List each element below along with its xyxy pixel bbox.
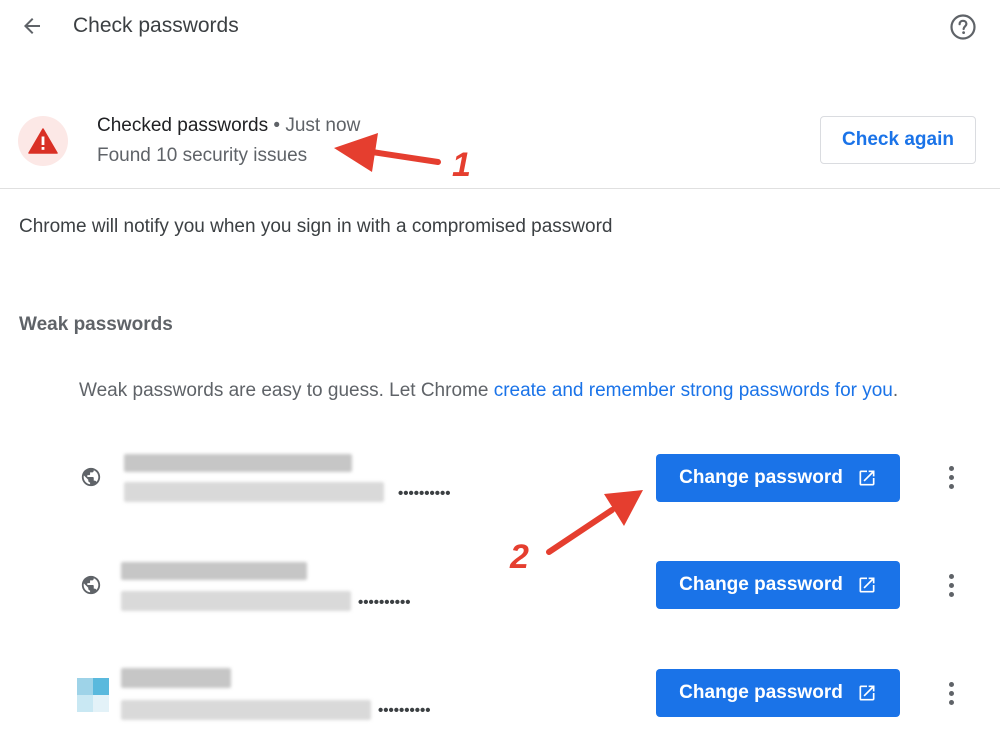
annotation-arrow-1 (334, 133, 441, 172)
annotation-arrows (334, 133, 643, 555)
annotation-arrow-2 (546, 490, 643, 555)
annotation-number-1: 1 (452, 146, 471, 184)
annotation-number-2: 2 (510, 538, 529, 576)
